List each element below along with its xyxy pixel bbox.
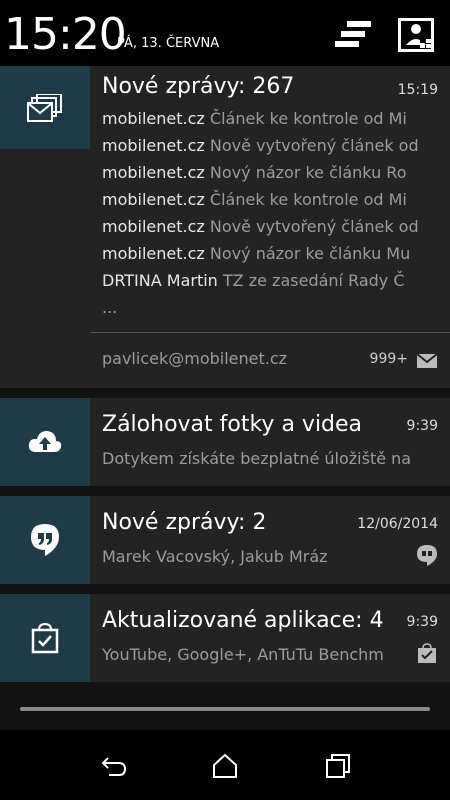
date: PÁ, 13. ČERVNA	[117, 36, 220, 51]
status-header: 15:20 PÁ, 13. ČERVNA	[0, 0, 450, 66]
mail-line: mobilenet.cz Nově vytvořený článek od	[102, 136, 419, 155]
back-icon[interactable]	[100, 752, 128, 780]
mail-line: DRTINA Martin TZ ze zasedání Rady Č	[102, 271, 405, 290]
play-store-bag-icon	[0, 594, 90, 682]
gmail-title: Nové zprávy: 267	[102, 74, 295, 99]
mail-line: mobilenet.cz Článek ke kontrole od Mi	[102, 190, 407, 209]
mail-line: mobilenet.cz Článek ke kontrole od Mi	[102, 109, 407, 128]
account-email: pavlicek@mobilenet.cz	[102, 349, 288, 368]
mail-line: mobilenet.cz Nový názor ke článku Mu	[102, 244, 411, 263]
updates-subtitle: YouTube, Google+, AnTuTu Benchm	[102, 645, 384, 664]
updates-notification[interactable]: Aktualizované aplikace: 4 9:39 YouTube, …	[0, 594, 450, 682]
unread-count: 999+	[369, 351, 408, 367]
gmail-icon	[0, 66, 90, 149]
backup-subtitle: Dotykem získáte bezplatné úložiště na	[102, 449, 412, 468]
mail-more: ...	[102, 298, 118, 317]
hangouts-icon	[0, 496, 90, 584]
hangouts-title: Nové zprávy: 2	[102, 510, 267, 535]
home-icon[interactable]	[211, 752, 239, 780]
hangouts-notification[interactable]: Nové zprávy: 2 12/06/2014 Marek Vacovský…	[0, 496, 450, 584]
recents-icon[interactable]	[324, 752, 352, 780]
gmail-notification[interactable]: Nové zprávy: 267 15:19 mobilenet.cz Člán…	[0, 66, 450, 388]
mail-line: mobilenet.cz Nově vytvořený článek od	[102, 217, 419, 236]
notification-list-icon[interactable]	[333, 17, 373, 53]
mail-line: mobilenet.cz Nový názor ke článku Ro	[102, 163, 407, 182]
mail-icon	[416, 350, 438, 372]
gmail-time: 15:19	[397, 82, 438, 98]
navigation-bar	[0, 730, 450, 800]
quick-settings-icon[interactable]	[396, 17, 436, 53]
clock: 15:20	[4, 9, 127, 60]
divider	[90, 332, 450, 333]
cloud-upload-icon	[0, 398, 90, 486]
hangouts-subtitle: Marek Vacovský, Jakub Mráz	[102, 547, 328, 566]
backup-time: 9:39	[406, 418, 438, 434]
updates-title: Aktualizované aplikace: 4	[102, 608, 384, 633]
shade-handle[interactable]	[20, 707, 430, 711]
hangouts-small-icon	[416, 544, 438, 566]
updates-time: 9:39	[406, 614, 438, 630]
backup-notification[interactable]: Zálohovat fotky a videa 9:39 Dotykem zís…	[0, 398, 450, 486]
bag-check-small-icon	[416, 642, 438, 664]
backup-title: Zálohovat fotky a videa	[102, 412, 363, 437]
hangouts-time: 12/06/2014	[357, 516, 438, 532]
